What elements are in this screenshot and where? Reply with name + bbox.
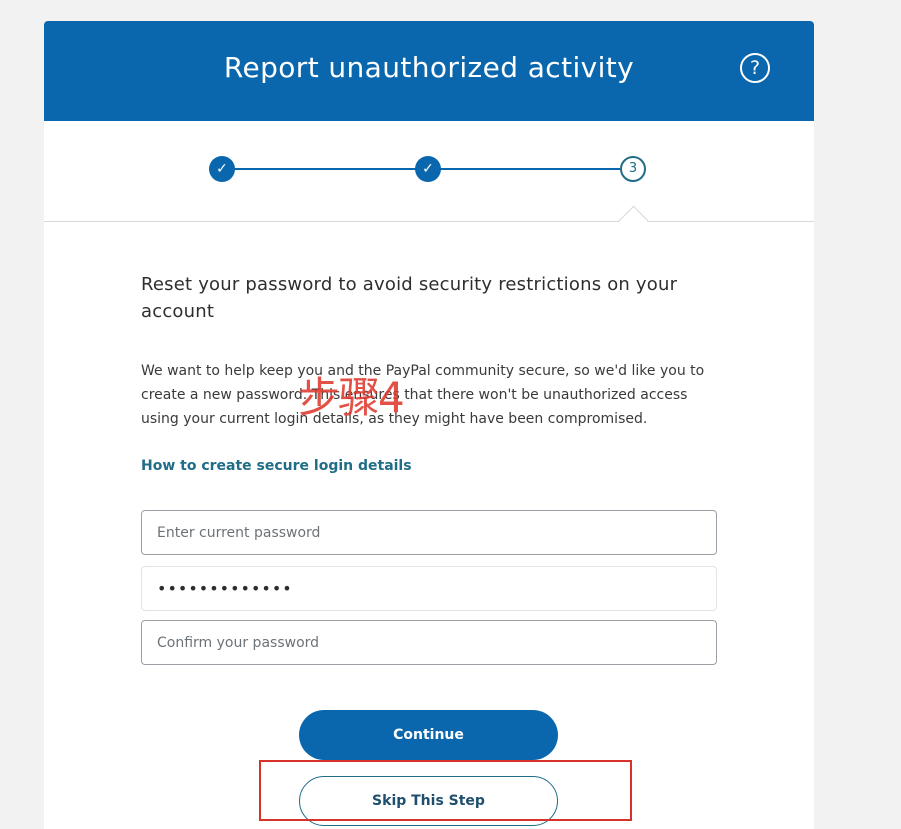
description-text: We want to help keep you and the PayPal …	[141, 363, 705, 427]
continue-button[interactable]: Continue	[299, 710, 558, 760]
annotation-highlight-box	[259, 760, 632, 821]
confirm-password-field[interactable]	[141, 620, 717, 665]
progress-stepper: ✓ ✓ 3	[44, 121, 814, 222]
question-circle-icon[interactable]: ?	[740, 53, 770, 83]
new-password-field[interactable]	[141, 566, 717, 611]
secure-login-help-link[interactable]: How to create secure login details	[141, 458, 412, 474]
current-password-field[interactable]	[141, 510, 717, 555]
step-connector	[234, 168, 427, 170]
checkmark-icon: ✓	[209, 156, 235, 182]
checkmark-icon: ✓	[415, 156, 441, 182]
header-bar: Report unauthorized activity ?	[44, 21, 814, 121]
page-title: Report unauthorized activity	[223, 51, 635, 84]
report-card: Report unauthorized activity ? ✓ ✓ 3 Res…	[44, 21, 814, 829]
step-indicator-current: 3	[620, 156, 646, 182]
section-heading: Reset your password to avoid security re…	[141, 274, 678, 322]
annotation-label: 步骤4	[298, 373, 405, 422]
step-connector	[440, 168, 633, 170]
